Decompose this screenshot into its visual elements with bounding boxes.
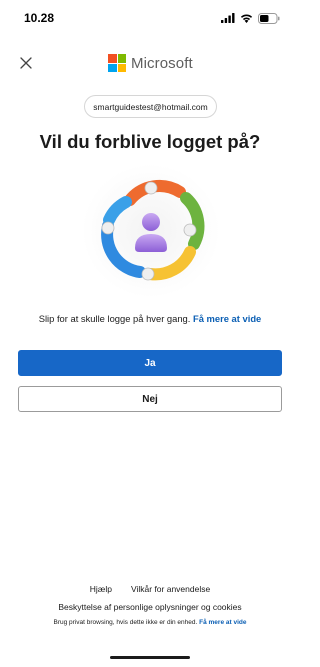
status-bar: 10.28 — [0, 0, 300, 34]
private-browsing-note: Brug privat browsing, hvis dette ikke er… — [0, 619, 300, 626]
yes-button[interactable]: Ja — [18, 350, 282, 376]
description: Slip for at skulle logge på hver gang. F… — [0, 313, 300, 324]
terms-link[interactable]: Vilkår for anvendelse — [131, 584, 210, 594]
signal-icon — [221, 13, 235, 23]
close-button[interactable] — [15, 52, 37, 74]
private-browsing-note-text: Brug privat browsing, hvis dette ikke er… — [53, 619, 198, 626]
footer-links: Hjælp Vilkår for anvendelse — [0, 584, 300, 594]
close-icon — [20, 57, 32, 69]
logo-square-green — [117, 54, 126, 63]
account-email-pill[interactable]: smartguidestest@hotmail.com — [84, 95, 217, 118]
battery-icon — [258, 12, 280, 24]
wifi-icon — [240, 14, 253, 23]
microsoft-brand: Microsoft — [108, 53, 193, 73]
no-button[interactable]: Nej — [18, 386, 282, 412]
sign-in-illustration-graphic — [82, 164, 220, 298]
help-link[interactable]: Hjælp — [90, 584, 112, 594]
status-time: 10.28 — [24, 11, 55, 25]
logo-square-yellow — [117, 63, 126, 72]
page-title: Vil du forblive logget på? — [39, 131, 261, 152]
learn-more-link[interactable]: Få mere at vide — [193, 313, 261, 324]
status-icons — [221, 11, 280, 25]
logo-square-red — [108, 54, 117, 63]
description-text: Slip for at skulle logge på hver gang. — [38, 313, 191, 324]
microsoft-logo-icon — [108, 54, 126, 72]
home-indicator — [110, 656, 190, 659]
brand-name: Microsoft — [131, 54, 193, 72]
privacy-link[interactable]: Beskyttelse af personlige oplysninger og… — [0, 602, 300, 612]
private-browsing-learn-more-link[interactable]: Få mere at vide — [199, 619, 246, 626]
logo-square-blue — [108, 63, 117, 72]
sign-in-illustration — [82, 164, 220, 298]
